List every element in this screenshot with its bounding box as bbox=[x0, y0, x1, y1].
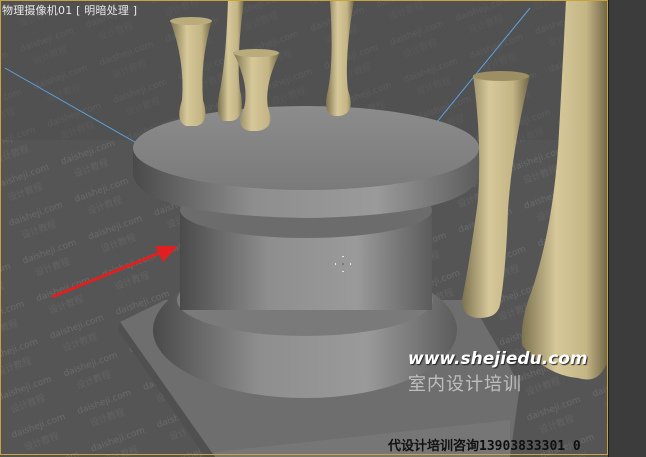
watermark-url: www.shejiedu.com bbox=[408, 349, 588, 369]
viewport-perspective[interactable]: daisheji.com 设计教程 bbox=[0, 0, 646, 457]
viewport-label[interactable]: 物理摄像机01 [ 明暗处理 ] bbox=[2, 2, 137, 18]
watermark-phone: 代设计培训咨询13903833301 0 bbox=[388, 439, 581, 454]
watermark-cn-name: 室内设计培训 bbox=[408, 374, 522, 395]
move-cursor-icon bbox=[335, 256, 351, 272]
scene-render[interactable]: daisheji.com 设计教程 bbox=[0, 0, 646, 457]
viewport-side-panel bbox=[608, 0, 646, 457]
